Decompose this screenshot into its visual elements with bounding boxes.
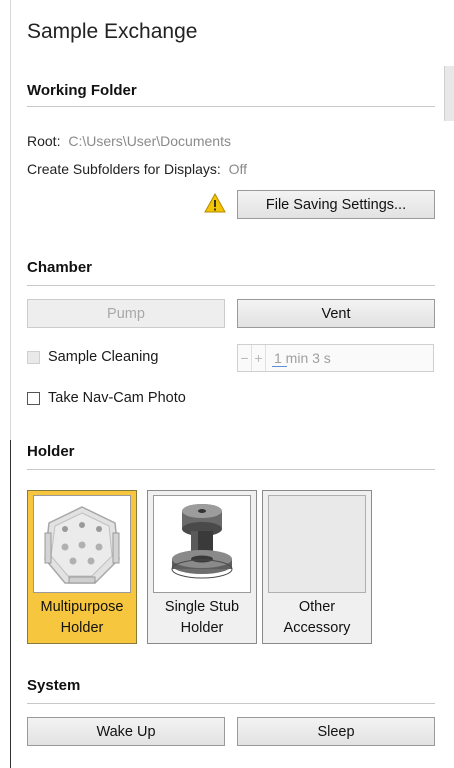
nav-cam-label: Take Nav-Cam Photo bbox=[48, 390, 186, 406]
value-underline bbox=[272, 366, 287, 367]
single-stub-holder-image bbox=[153, 495, 251, 593]
stepper-minus-button[interactable]: − bbox=[238, 345, 252, 371]
holder-multipurpose[interactable]: Multipurpose Holder bbox=[27, 490, 137, 644]
holder-label: Single Stub Holder bbox=[165, 597, 239, 639]
cleaning-time-value[interactable]: 1 min 3 s bbox=[272, 350, 331, 367]
subfolders-value: Off bbox=[228, 161, 248, 177]
stepper-plus-button[interactable]: + bbox=[252, 345, 266, 371]
other-accessory-image bbox=[268, 495, 366, 593]
section-divider bbox=[27, 106, 435, 107]
holder-label: Multipurpose Holder bbox=[40, 597, 123, 639]
multipurpose-holder-icon bbox=[35, 497, 129, 591]
holder-label-line: Single Stub bbox=[164, 599, 240, 615]
file-saving-settings-button[interactable]: File Saving Settings... bbox=[237, 190, 435, 219]
sample-exchange-panel: Sample Exchange Working Folder Root: C:\… bbox=[0, 0, 454, 768]
nav-cam-checkbox[interactable] bbox=[27, 391, 40, 405]
section-title-working-folder: Working Folder bbox=[27, 82, 137, 99]
vent-button[interactable]: Vent bbox=[237, 299, 435, 328]
pump-button[interactable]: Pump bbox=[27, 299, 225, 328]
holder-label-line: Holder bbox=[60, 620, 104, 636]
section-title-system: System bbox=[27, 677, 81, 694]
cleaning-time-stepper[interactable]: − + 1 min 3 s bbox=[237, 344, 434, 372]
holder-label-line: Accessory bbox=[283, 620, 351, 636]
single-stub-holder-icon bbox=[155, 497, 249, 591]
section-divider bbox=[27, 469, 435, 470]
holder-other-accessory[interactable]: Other Accessory bbox=[262, 490, 372, 644]
subfolders-label: Create Subfolders for Displays: bbox=[27, 161, 221, 177]
holder-label-line: Multipurpose bbox=[40, 599, 124, 615]
multipurpose-holder-image bbox=[33, 495, 131, 593]
root-label: Root: bbox=[27, 133, 61, 149]
sample-cleaning-label: Sample Cleaning bbox=[48, 349, 159, 365]
sleep-button[interactable]: Sleep bbox=[237, 717, 435, 746]
section-divider bbox=[27, 703, 435, 704]
subfolders-row: Create Subfolders for Displays: Off bbox=[27, 161, 247, 177]
holder-label: Other Accessory bbox=[284, 597, 351, 639]
sample-cleaning-checkbox[interactable] bbox=[27, 350, 40, 364]
wake-up-button[interactable]: Wake Up bbox=[27, 717, 225, 746]
nav-cam-row[interactable]: Take Nav-Cam Photo bbox=[27, 390, 186, 406]
holder-label-line: Other bbox=[298, 599, 336, 615]
section-title-holder: Holder bbox=[27, 443, 75, 460]
panel-title: Sample Exchange bbox=[27, 20, 198, 43]
section-title-chamber: Chamber bbox=[27, 259, 93, 276]
root-path-value: C:\Users\User\Documents bbox=[68, 133, 231, 149]
holder-label-line: Holder bbox=[180, 620, 224, 636]
holder-single-stub[interactable]: Single Stub Holder bbox=[147, 490, 257, 644]
sample-cleaning-row[interactable]: Sample Cleaning bbox=[27, 349, 158, 365]
scrollbar-fragment[interactable] bbox=[444, 66, 454, 121]
panel-left-border-dark bbox=[10, 440, 11, 768]
section-divider bbox=[27, 285, 435, 286]
root-row: Root: C:\Users\User\Documents bbox=[27, 133, 231, 149]
warning-triangle-icon bbox=[204, 193, 226, 213]
cleaning-time-text: 1 min 3 s bbox=[274, 350, 331, 366]
